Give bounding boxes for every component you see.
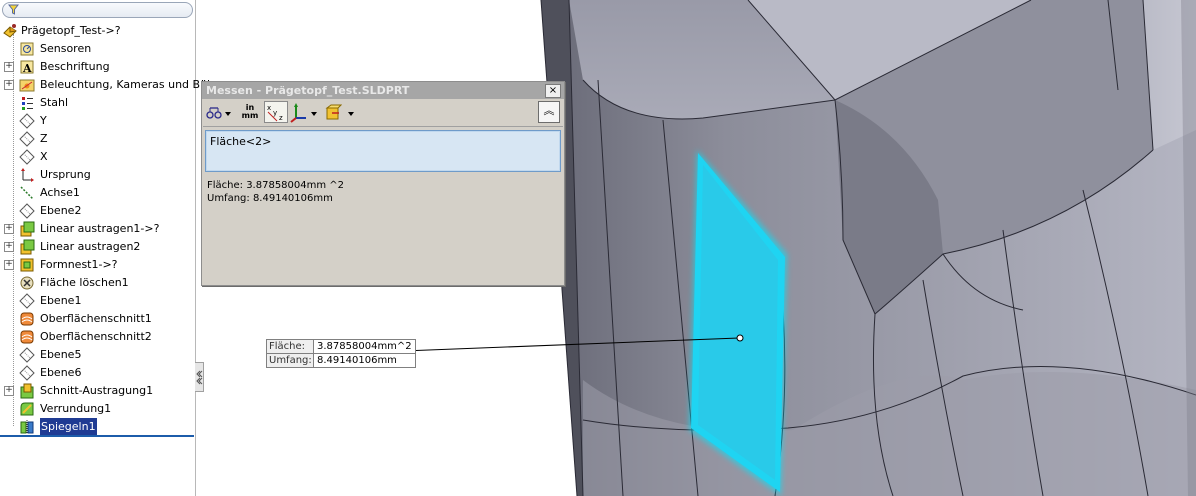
tree-item-label: Ebene1 — [40, 294, 82, 307]
callout-area-row: Fläche: 3.87858004mm^2 — [267, 340, 415, 354]
coordinate-system-icon[interactable] — [290, 102, 308, 124]
dropdown-arrow-icon[interactable] — [224, 102, 232, 124]
tree-item-label: Schnitt-Austragung1 — [40, 384, 154, 397]
tree-item-label: Ebene6 — [40, 366, 82, 379]
plane-icon — [19, 113, 35, 129]
xyz-distance-icon[interactable]: x y z — [264, 101, 288, 123]
part-icon — [3, 24, 17, 38]
plane-icon — [19, 365, 35, 381]
tree-item-label: Linear austragen1->? — [40, 222, 160, 235]
tree-item-label: Fläche löschen1 — [40, 276, 129, 289]
measure-callout[interactable]: Fläche: 3.87858004mm^2 Umfang: 8.49140106m… — [266, 339, 416, 368]
model-body[interactable] — [540, 0, 1196, 496]
callout-perimeter-value: 8.49140106mm — [317, 355, 397, 366]
tree-item-label: Oberflächenschnitt1 — [40, 312, 152, 325]
expand-toggle-icon[interactable]: + — [4, 386, 14, 396]
tree-item-label: Sensoren — [40, 42, 92, 55]
expand-toggle-icon[interactable]: + — [4, 62, 14, 72]
svg-text:z: z — [279, 114, 283, 122]
measure-dialog[interactable]: Messen - Prägetopf_Test.SLDPRT × in mm x… — [201, 81, 565, 286]
cut-extrude-icon — [20, 383, 34, 399]
dialog-title-bar[interactable]: Messen - Prägetopf_Test.SLDPRT × — [202, 82, 564, 99]
plane-icon — [19, 203, 35, 219]
tree-item-label: Y — [40, 114, 47, 127]
close-button[interactable]: × — [545, 84, 561, 98]
plane-icon — [19, 293, 35, 309]
tree-item-label: Spiegeln1 — [40, 418, 97, 436]
origin-icon — [21, 168, 34, 182]
tree-item-label: Linear austragen2 — [40, 240, 141, 253]
collapse-button[interactable]: ︽ — [538, 101, 560, 123]
units-button[interactable]: in mm — [240, 102, 260, 126]
callout-perimeter-row: Umfang: 8.49140106mm — [267, 354, 415, 367]
material-icon — [22, 97, 33, 110]
arc-circle-measure-icon[interactable] — [206, 102, 222, 124]
sensor-icon — [20, 42, 34, 56]
expand-toggle-icon[interactable]: + — [4, 242, 14, 252]
tree-item-label: Ebene2 — [40, 204, 82, 217]
filter-icon[interactable] — [8, 4, 19, 15]
svg-text:A: A — [22, 62, 32, 75]
plane-icon — [19, 149, 35, 165]
plane-icon — [19, 347, 35, 363]
callout-area-value: 3.87858004mm^2 — [317, 341, 412, 352]
expand-toggle-icon[interactable]: + — [4, 80, 14, 90]
units-bottom-label: mm — [241, 111, 259, 120]
lights-cameras-icon — [19, 79, 35, 92]
callout-area-label: Fläche: — [267, 340, 314, 353]
double-chevron-left-icon — [196, 370, 203, 385]
projection-icon[interactable] — [324, 102, 342, 124]
surface-cut-icon — [20, 312, 34, 326]
annotation-icon: A — [20, 60, 34, 75]
selection-item[interactable]: Fläche<2> — [210, 135, 271, 148]
tree-item-label: Prägetopf_Test->? — [21, 24, 121, 37]
dropdown-arrow-icon[interactable] — [347, 102, 355, 124]
rollback-bar[interactable] — [0, 435, 194, 437]
perimeter-result: Umfang: 8.49140106mm — [207, 193, 333, 204]
tree-item-label: Formnest1->? — [40, 258, 118, 271]
tree-item-label: Oberflächenschnitt2 — [40, 330, 152, 343]
dropdown-arrow-icon[interactable] — [310, 102, 318, 124]
tree-item-label: Ursprung — [40, 168, 91, 181]
tree-item-label: Stahl — [40, 96, 69, 109]
tree-item-label: Beleuchtung, Kameras und Bühne — [40, 78, 228, 91]
surface-cut-icon — [20, 330, 34, 344]
tree-item-label: Beschriftung — [40, 60, 110, 73]
mirror-icon — [20, 420, 34, 434]
svg-text:y: y — [273, 109, 277, 117]
extrude-icon — [20, 221, 35, 237]
callout-anchor-point[interactable] — [736, 334, 744, 342]
callout-perimeter-label: Umfang: — [267, 354, 314, 367]
svg-text:x: x — [267, 104, 271, 112]
axis-icon — [20, 186, 34, 200]
extrude-icon — [20, 239, 35, 255]
tree-item-label: Ebene5 — [40, 348, 82, 361]
feature-manager-tree: Prägetopf_Test->? Sensoren + A Beschriftung +… — [0, 0, 228, 496]
tree-item-label: Z — [40, 132, 48, 145]
dialog-separator — [203, 126, 563, 127]
expand-toggle-icon[interactable]: + — [4, 260, 14, 270]
fillet-icon — [20, 402, 34, 416]
tree-filter-bar[interactable] — [2, 2, 193, 18]
tree-item-label: Verrundung1 — [40, 402, 112, 415]
delete-face-icon — [20, 276, 34, 290]
cavity-icon — [20, 258, 34, 272]
selection-list[interactable]: Fläche<2> — [205, 130, 561, 172]
expand-toggle-icon[interactable]: + — [4, 224, 14, 234]
plane-icon — [19, 131, 35, 147]
tree-item-label: Achse1 — [40, 186, 80, 199]
dialog-title: Messen - Prägetopf_Test.SLDPRT — [206, 84, 410, 97]
area-result: Fläche: 3.87858004mm ^2 — [207, 180, 345, 191]
tree-item-label: X — [40, 150, 48, 163]
